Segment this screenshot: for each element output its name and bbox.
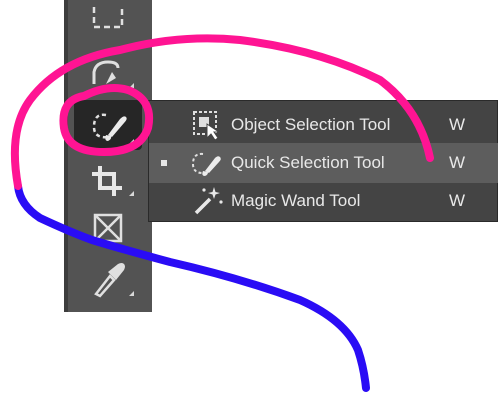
- menu-item-label: Object Selection Tool: [231, 115, 391, 134]
- menu-item-quick-selection-tool[interactable]: Quick Selection Tool W: [149, 143, 498, 183]
- lasso-icon: [92, 60, 120, 84]
- eyedropper-tool-button[interactable]: [74, 258, 142, 302]
- menu-item-shortcut: W: [449, 153, 466, 172]
- menu-item-magic-wand-tool[interactable]: Magic Wand Tool W: [149, 181, 498, 221]
- quick-selection-icon: [187, 147, 227, 179]
- menu-item-label: Quick Selection Tool: [231, 153, 385, 172]
- quick-selection-tool-button[interactable]: [74, 100, 142, 150]
- marquee-tool-button[interactable]: [74, 2, 142, 38]
- quick-selection-icon: [92, 113, 127, 141]
- frame-icon: [93, 213, 123, 243]
- active-tool-bullet: [161, 160, 167, 166]
- selection-tools-flyout-menu: Object Selection Tool W Quick Selection …: [148, 100, 498, 222]
- tool-group-indicator: [129, 83, 134, 88]
- magic-wand-icon: [187, 185, 227, 217]
- lasso-tool-button[interactable]: [74, 50, 142, 94]
- tools-panel: [64, 0, 152, 312]
- tool-group-indicator: [129, 139, 134, 144]
- menu-item-label: Magic Wand Tool: [231, 191, 361, 210]
- crop-icon: [92, 166, 122, 196]
- tool-group-indicator: [129, 291, 134, 296]
- eyedropper-icon: [94, 263, 125, 298]
- crop-tool-button[interactable]: [74, 158, 142, 202]
- marquee-icon: [92, 5, 124, 29]
- menu-item-shortcut: W: [449, 115, 466, 134]
- frame-tool-button[interactable]: [74, 206, 142, 250]
- menu-item-shortcut: W: [449, 191, 466, 210]
- tools-panel-edge: [64, 0, 68, 312]
- menu-item-object-selection-tool[interactable]: Object Selection Tool W: [149, 105, 498, 145]
- object-selection-icon: [187, 109, 227, 141]
- tool-group-indicator: [129, 191, 134, 196]
